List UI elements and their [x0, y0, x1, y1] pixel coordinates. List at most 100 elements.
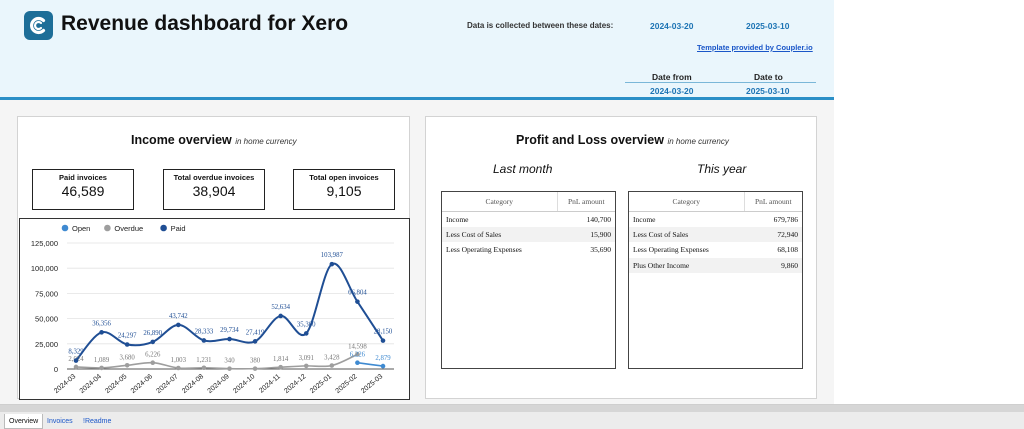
dashboard-sheet: Revenue dashboard for Xero Data is colle…	[0, 0, 834, 404]
template-link[interactable]: Template provided by Coupler.io	[697, 43, 813, 52]
x-tick-label: 2024-03	[53, 373, 77, 395]
this-year-heading: This year	[697, 162, 747, 176]
series-line-paid	[75, 262, 384, 362]
tab-invoices[interactable]: Invoices	[43, 414, 77, 429]
dashboard-header: Revenue dashboard for Xero Data is colle…	[0, 0, 834, 100]
x-tick-label: 2025-01	[309, 373, 333, 395]
row-amount: 68,108	[777, 245, 798, 255]
y-tick-label: 125,000	[31, 239, 58, 248]
data-label: 6,226	[350, 352, 366, 359]
data-point	[150, 339, 156, 345]
row-amount: 72,940	[744, 226, 802, 242]
data-label: 103,987	[321, 252, 344, 259]
data-label: 1,814	[273, 356, 289, 363]
column-header-amount[interactable]: PnL amount	[744, 192, 802, 212]
data-point	[278, 364, 283, 370]
data-point	[176, 322, 181, 328]
y-tick-label: 25,000	[35, 340, 58, 349]
data-label: 36,356	[92, 320, 111, 327]
data-label: 340	[224, 358, 235, 365]
data-label: 27,419	[246, 329, 265, 336]
data-point	[355, 299, 360, 304]
data-point	[303, 331, 309, 336]
coupler-logo-icon	[24, 11, 53, 40]
data-point	[73, 364, 79, 370]
row-category: Less Operating Expenses	[633, 245, 709, 255]
kpi-value: 46,589	[61, 183, 105, 199]
x-tick-label: 2024-09	[207, 373, 231, 395]
x-tick-label: 2024-11	[258, 373, 282, 395]
series-line-open	[357, 361, 384, 367]
data-point	[99, 365, 104, 371]
data-point	[278, 313, 283, 319]
this-year-table[interactable]: Category PnL amount Income 679,786 Less …	[628, 191, 803, 369]
legend-entry: Overdue	[114, 224, 143, 233]
pnl-title-text: Profit and Loss overview	[516, 133, 664, 147]
x-tick-label: 2024-10	[232, 373, 256, 395]
data-point	[227, 366, 232, 371]
data-point	[355, 360, 360, 366]
column-header-category[interactable]: Category	[629, 192, 745, 212]
data-point	[252, 339, 258, 344]
income-line-chart[interactable]: 0 25,000 50,000 75,000 100,000 125,000 2024-03…	[20, 219, 410, 400]
kpi-value: 9,105	[326, 183, 362, 199]
data-label: 1,231	[196, 357, 211, 364]
data-label: 26,890	[143, 330, 162, 337]
data-point	[329, 261, 335, 267]
legend-marker	[104, 224, 111, 232]
table-row: Income 140,700	[442, 211, 615, 227]
date-from-value[interactable]: 2024-03-20	[650, 86, 693, 96]
date-range-label: Data is collected between these dates:	[467, 21, 614, 30]
data-label: 35,300	[297, 321, 316, 328]
data-label: 43,742	[169, 313, 188, 320]
date-to-value[interactable]: 2025-03-10	[746, 86, 789, 96]
data-point	[150, 360, 156, 366]
data-label: 6,226	[145, 352, 161, 359]
data-point	[201, 365, 207, 371]
pnl-overview-title: Profit and Loss overview in home currenc…	[516, 133, 729, 147]
data-label: 1,089	[94, 357, 110, 364]
data-point	[380, 338, 386, 343]
data-label: 24,297	[118, 333, 137, 340]
row-amount: 35,690	[590, 245, 611, 255]
tab-overview[interactable]: Overview	[4, 414, 44, 429]
x-tick-label: 2024-08	[181, 373, 205, 395]
row-category: Less Cost of Sales	[629, 226, 744, 242]
income-title-text: Income overview	[131, 133, 232, 147]
series-line-overdue	[75, 353, 358, 370]
x-tick-label: 2024-07	[155, 373, 179, 395]
last-month-heading: Last month	[493, 162, 553, 176]
data-point	[124, 342, 130, 347]
data-point	[329, 363, 335, 368]
collection-start-date: 2024-03-20	[650, 21, 694, 31]
income-overview-card: Income overview in home currency Paid in…	[17, 116, 410, 400]
last-month-table[interactable]: Category PnL amount Income 140,700 Less …	[441, 191, 616, 369]
row-category: Plus Other Income	[629, 257, 744, 273]
column-header-category[interactable]: Category	[442, 192, 558, 212]
x-tick-label: 2024-12	[283, 373, 307, 395]
row-amount: 140,700	[586, 214, 611, 224]
data-point	[303, 363, 309, 369]
x-tick-label: 2024-04	[79, 373, 103, 395]
table-row: Less Cost of Sales 72,940	[629, 226, 802, 242]
data-label: 3,428	[324, 355, 340, 362]
data-point	[201, 338, 207, 343]
row-amount: 15,900	[557, 226, 615, 242]
data-point	[176, 365, 181, 371]
row-category: Income	[446, 214, 469, 224]
tab-readme[interactable]: !Readme	[79, 414, 115, 429]
income-overview-title: Income overview in home currency	[131, 133, 297, 147]
legend-marker	[160, 224, 167, 232]
column-header-amount[interactable]: PnL amount	[557, 192, 615, 212]
horizontal-scrollbar[interactable]	[0, 405, 1024, 412]
data-point	[252, 366, 258, 371]
table-row: Less Operating Expenses 35,690	[442, 242, 615, 258]
income-chart[interactable]: 0 25,000 50,000 75,000 100,000 125,000 2024-03…	[19, 218, 410, 400]
data-point	[380, 363, 386, 369]
data-point	[227, 336, 232, 342]
collection-end-date: 2025-03-10	[746, 21, 790, 31]
date-from-label: Date from	[652, 72, 692, 82]
data-point	[99, 330, 104, 335]
x-tick-label: 2025-03	[360, 373, 384, 395]
page-title: Revenue dashboard for Xero	[61, 12, 349, 35]
